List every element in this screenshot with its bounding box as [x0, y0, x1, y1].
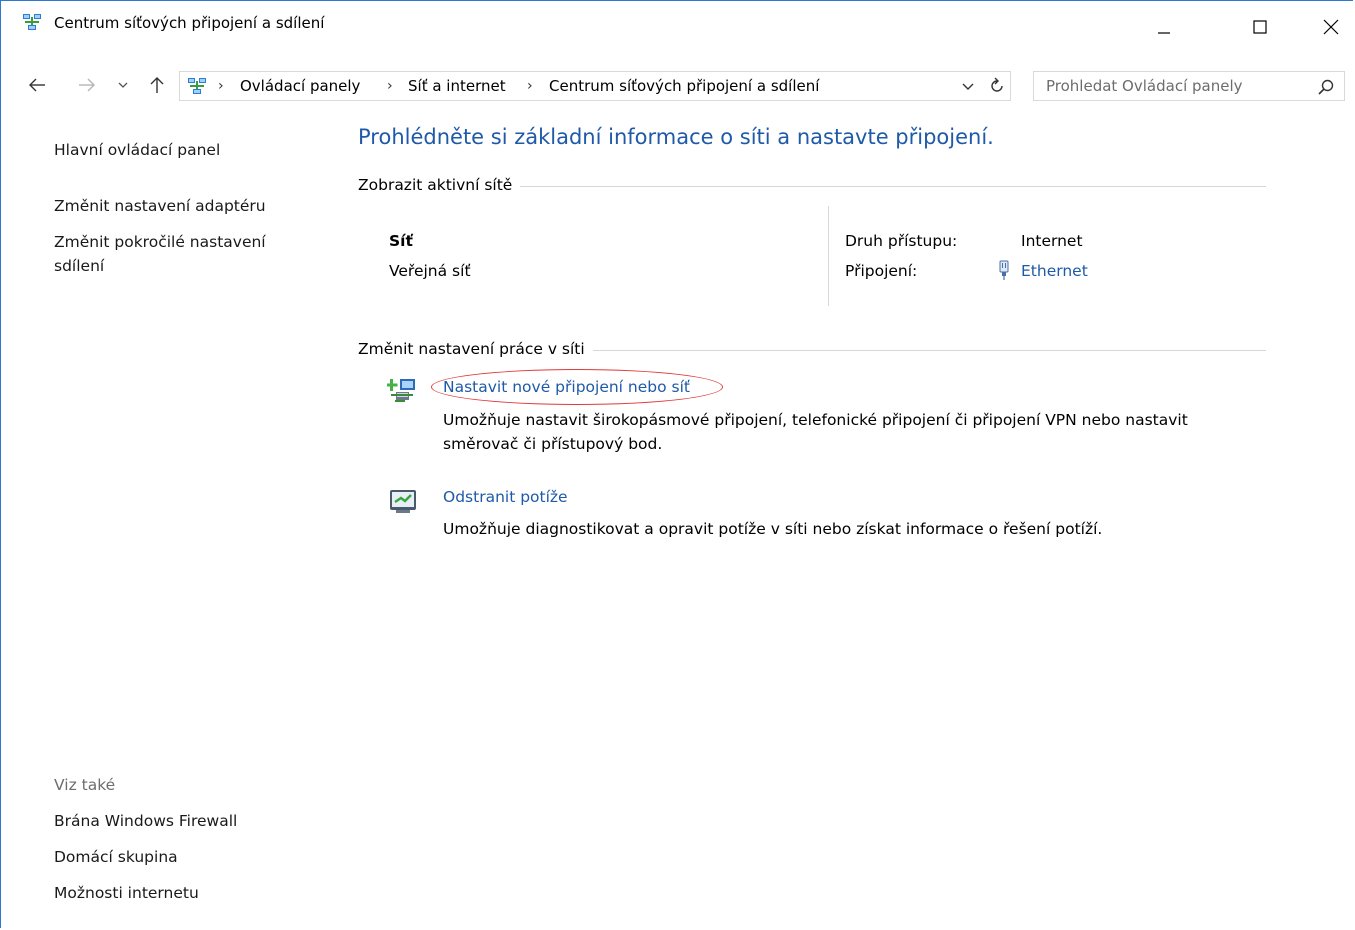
chevron-down-icon [118, 82, 128, 88]
connection-label: Připojení: [845, 262, 918, 280]
up-button[interactable] [145, 73, 169, 97]
window-title: Centrum síťových připojení a sdílení [54, 14, 325, 32]
access-type-value: Internet [1021, 232, 1083, 250]
sidebar-item-adapter-settings[interactable]: Změnit nastavení adaptéru [54, 194, 266, 218]
window: Centrum síťových připojení a sdílení › O… [0, 0, 1353, 928]
breadcrumb-network-internet[interactable]: Síť a internet [408, 76, 506, 96]
breadcrumb-control-panel[interactable]: Ovládací panely [240, 76, 360, 96]
sidebar-item-internet-options[interactable]: Možnosti internetu [54, 881, 199, 905]
troubleshoot-link[interactable]: Odstranit potíže [443, 486, 568, 508]
troubleshoot-description: Umožňuje diagnostikovat a opravit potíže… [443, 520, 1103, 538]
close-icon [1323, 19, 1339, 35]
see-also-heading: Viz také [54, 776, 116, 794]
title-bar: Centrum síťových připojení a sdílení [1, 1, 1353, 35]
active-networks-title: Zobrazit aktivní sítě [358, 174, 521, 196]
recent-locations-button[interactable] [111, 73, 135, 97]
search-input[interactable] [1046, 76, 1296, 96]
search-box[interactable] [1033, 71, 1345, 101]
arrow-left-icon [29, 78, 45, 92]
back-button[interactable] [25, 73, 49, 97]
setup-new-connection-description: Umožňuje nastavit širokopásmové připojen… [443, 411, 1188, 453]
vertical-divider [828, 206, 829, 306]
minimize-icon [1158, 32, 1170, 34]
network-center-icon [23, 14, 41, 30]
arrow-up-icon [150, 77, 164, 93]
arrow-right-icon [79, 78, 95, 92]
address-bar[interactable]: › Ovládací panely › Síť a internet › Cen… [179, 71, 1011, 101]
maximize-button[interactable] [1237, 12, 1283, 42]
change-settings-title: Změnit nastavení práce v síti [358, 338, 593, 360]
network-type: Veřejná síť [389, 262, 471, 280]
maximize-icon [1253, 20, 1267, 34]
ethernet-connection-link[interactable]: Ethernet [1021, 260, 1088, 282]
network-center-icon [188, 78, 206, 94]
minimize-button[interactable] [1141, 12, 1187, 42]
page-title: Prohlédněte si základní informace o síti… [358, 125, 994, 149]
close-button[interactable] [1308, 12, 1354, 42]
breadcrumb-separator[interactable]: › [218, 76, 224, 96]
access-type-label: Druh přístupu: [845, 232, 958, 250]
ethernet-icon [999, 260, 1009, 280]
sidebar-item-firewall[interactable]: Brána Windows Firewall [54, 809, 237, 833]
forward-button[interactable] [75, 73, 99, 97]
breadcrumb-network-center[interactable]: Centrum síťových připojení a sdílení [549, 76, 819, 96]
sidebar-item-homegroup[interactable]: Domácí skupina [54, 845, 178, 869]
sidebar-item-advanced-sharing[interactable]: Změnit pokročilé nastavení sdílení [54, 230, 304, 278]
sidebar-item-control-panel-home[interactable]: Hlavní ovládací panel [54, 138, 220, 162]
network-name: Síť [389, 232, 413, 250]
breadcrumb-separator[interactable]: › [387, 76, 393, 96]
breadcrumb-separator[interactable]: › [527, 76, 533, 96]
troubleshoot-icon [390, 490, 416, 513]
refresh-icon[interactable] [988, 77, 1006, 95]
setup-new-connection-link[interactable]: Nastavit nové připojení nebo síť [443, 376, 690, 398]
chevron-down-icon[interactable] [960, 78, 976, 94]
new-connection-icon [387, 379, 415, 402]
search-icon[interactable] [1317, 78, 1335, 96]
